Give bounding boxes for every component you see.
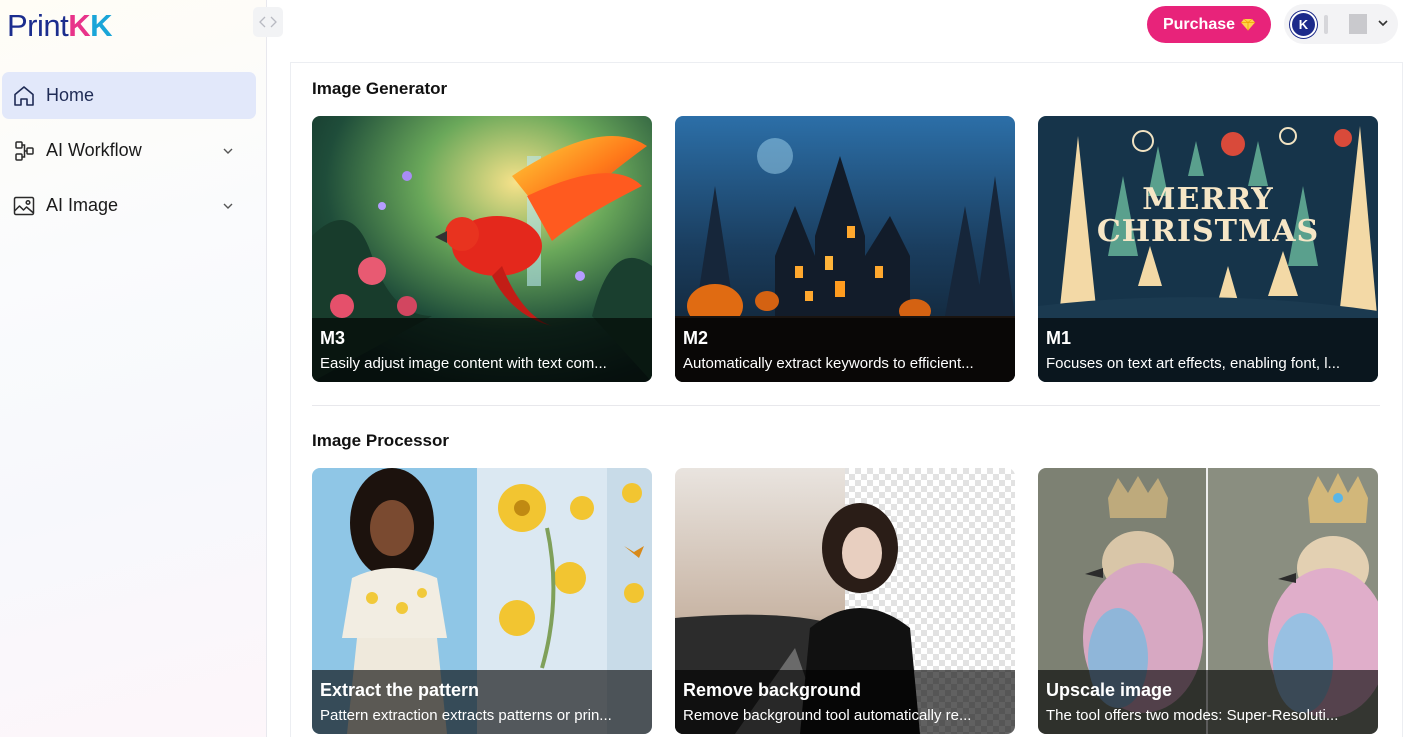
- collapse-sidebar-button[interactable]: [253, 7, 283, 37]
- code-brackets-icon: [259, 16, 277, 28]
- user-menu[interactable]: K: [1284, 4, 1398, 44]
- section-title-image-processor: Image Processor: [312, 431, 450, 450]
- chevron-down-icon: [223, 203, 233, 209]
- diamond-icon: [1241, 18, 1256, 31]
- sidebar-item-ai-image[interactable]: AI Image: [2, 182, 256, 229]
- sidebar-item-home[interactable]: Home: [2, 72, 256, 119]
- purchase-button[interactable]: Purchase: [1147, 6, 1271, 43]
- card-caption: M1 Focuses on text art effects, enabling…: [1038, 318, 1378, 382]
- sidebar-item-label: Home: [46, 85, 95, 105]
- card-title: Remove background: [683, 680, 862, 700]
- card-upscale-image[interactable]: Upscale image The tool offers two modes:…: [1038, 468, 1378, 734]
- section-title-image-generator: Image Generator: [312, 79, 448, 98]
- card-description: The tool offers two modes: Super-Resolut…: [1046, 707, 1339, 724]
- image-icon: [13, 196, 35, 216]
- card-caption: M3 Easily adjust image content with text…: [312, 318, 652, 382]
- card-title: M2: [683, 328, 709, 348]
- sidebar-item-label: AI Image: [46, 195, 119, 215]
- card-m3[interactable]: M3 Easily adjust image content with text…: [312, 116, 652, 382]
- card-remove-background[interactable]: Remove background Remove background tool…: [675, 468, 1015, 734]
- card-description: Focuses on text art effects, enabling fo…: [1046, 355, 1341, 372]
- card-description: Automatically extract keywords to effici…: [683, 355, 974, 372]
- content-border: [1402, 62, 1403, 737]
- card-description: Remove background tool automatically re.…: [683, 707, 972, 724]
- divider: [1324, 15, 1328, 34]
- card-title: Extract the pattern: [320, 680, 480, 700]
- card-m2[interactable]: M2 Automatically extract keywords to eff…: [675, 116, 1015, 382]
- language-flag-icon: [1349, 14, 1367, 34]
- card-caption: Upscale image The tool offers two modes:…: [1038, 670, 1378, 734]
- card-description: Pattern extraction extracts patterns or …: [320, 707, 612, 724]
- chevron-down-icon: [223, 148, 233, 154]
- workflow-icon: [15, 141, 34, 161]
- card-caption: Remove background Remove background tool…: [675, 670, 1015, 734]
- sidebar-item-ai-workflow[interactable]: AI Workflow: [2, 127, 256, 174]
- card-title: M3: [320, 328, 346, 348]
- card-description: Easily adjust image content with text co…: [320, 355, 607, 372]
- sidebar: PrintKK Home AI Workflow AI Image: [0, 0, 267, 737]
- card-title: M1: [1046, 328, 1072, 348]
- purchase-label: Purchase: [1162, 15, 1236, 33]
- card-extract-pattern[interactable]: Extract the pattern Pattern extraction e…: [312, 468, 652, 734]
- card-caption: Extract the pattern Pattern extraction e…: [312, 670, 652, 734]
- christmas-art-text: MERRY CHRISTMAS: [1096, 182, 1320, 249]
- card-caption: M2 Automatically extract keywords to eff…: [675, 318, 1015, 382]
- sidebar-item-label: AI Workflow: [46, 140, 142, 160]
- avatar: K: [1290, 11, 1317, 38]
- chevron-down-icon: [1378, 20, 1388, 27]
- printkk-logo[interactable]: PrintKK: [7, 9, 113, 43]
- card-title: Upscale image: [1046, 680, 1173, 700]
- home-icon: [14, 86, 34, 106]
- section-divider: [312, 405, 1380, 406]
- card-m1[interactable]: MERRY CHRISTMAS M1 Focuses on text art e…: [1038, 116, 1378, 382]
